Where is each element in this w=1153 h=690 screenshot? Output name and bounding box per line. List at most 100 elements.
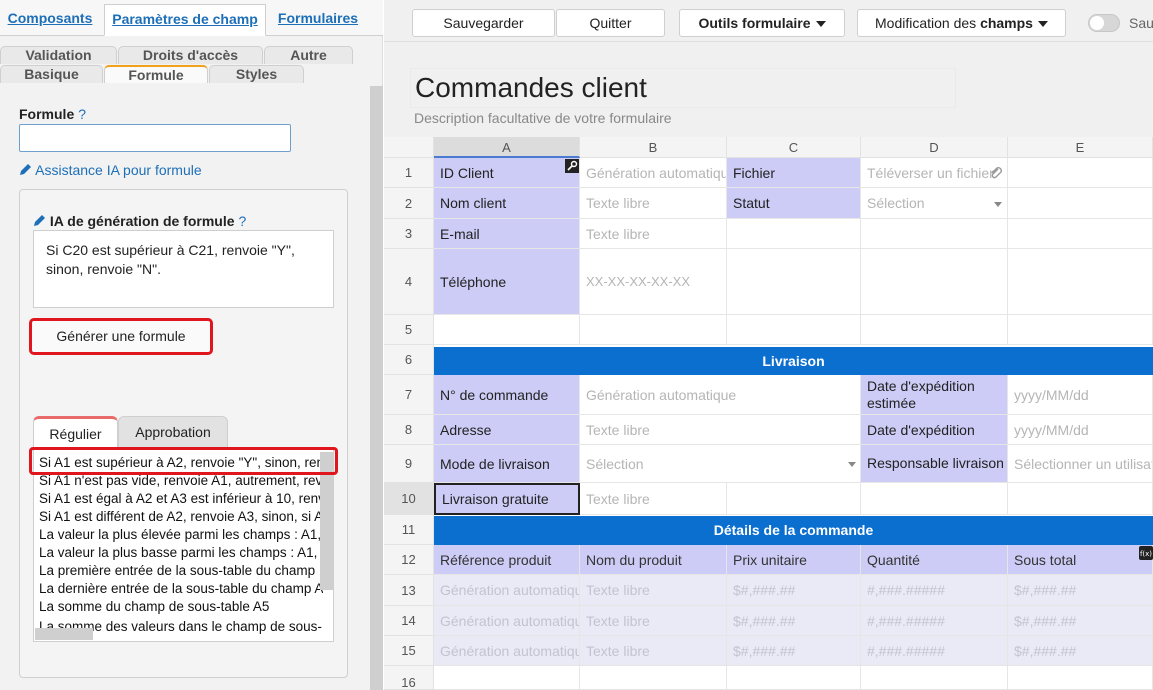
cell-numero-commande[interactable]: N° de commande — [434, 375, 580, 415]
cell-free-text[interactable]: Texte libre — [580, 219, 727, 249]
cell-empty[interactable] — [727, 483, 861, 515]
form-description[interactable]: Description facultative de votre formula… — [414, 110, 672, 126]
cell-date-expedition[interactable]: Date d'expédition — [861, 415, 1008, 445]
cell-empty[interactable] — [727, 249, 861, 315]
row-header[interactable]: 14 — [384, 606, 434, 636]
subtable-cell[interactable]: $#,###.## — [727, 575, 861, 606]
list-item[interactable]: La première entrée de la sous-table du c… — [39, 562, 323, 580]
subtable-cell[interactable]: #,###.##### — [861, 575, 1008, 606]
row-header[interactable]: 5 — [384, 315, 434, 345]
cell-mode-livraison[interactable]: Mode de livraison — [434, 445, 580, 483]
list-item[interactable]: La somme du champ de sous-table A5 — [39, 598, 323, 616]
tab-approbation[interactable]: Approbation — [118, 416, 228, 448]
cell-date-format[interactable]: yyyy/MM/dd — [1008, 415, 1153, 445]
list-item[interactable]: La dernière entrée de la sous-table du c… — [39, 580, 323, 598]
cell-empty[interactable] — [861, 666, 1008, 690]
cell-id-client[interactable]: ID Client — [434, 158, 580, 188]
ai-help-icon[interactable]: ? — [239, 213, 247, 229]
row-header[interactable]: 4 — [384, 249, 434, 315]
cell-statut[interactable]: Statut — [727, 188, 861, 219]
cell-phone-format[interactable]: XX-XX-XX-XX-XX — [580, 249, 727, 315]
cell-empty[interactable] — [1008, 483, 1153, 515]
list-item[interactable]: La valeur la plus basse parmi les champs… — [39, 544, 323, 562]
cell-responsable-livraison[interactable]: Responsable livraison — [861, 445, 1008, 483]
cell-empty[interactable] — [1008, 315, 1153, 345]
cell-telephone[interactable]: Téléphone — [434, 249, 580, 315]
cell-fichier[interactable]: Fichier — [727, 158, 861, 188]
cell-empty[interactable] — [861, 249, 1008, 315]
cell-empty[interactable] — [727, 666, 861, 690]
subtab-styles[interactable]: Styles — [209, 65, 304, 83]
subtable-cell[interactable]: Texte libre — [580, 606, 727, 636]
form-title[interactable]: Commandes client — [410, 68, 956, 108]
subtable-cell[interactable]: Texte libre — [580, 636, 727, 666]
list-item[interactable]: Si A1 est égal à A2 et A3 est inférieur … — [39, 490, 323, 508]
tab-parametres-de-champ[interactable]: Paramètres de champ — [104, 4, 266, 36]
section-details-commande[interactable]: Détails de la commande — [434, 516, 1153, 545]
list-item[interactable]: La valeur la plus élevée parmi les champ… — [39, 526, 323, 544]
cell-empty[interactable] — [580, 315, 727, 345]
list-item[interactable]: Si A1 est différent de A2, renvoie A3, s… — [39, 508, 323, 526]
subtab-droits-acces[interactable]: Droits d'accès — [118, 46, 263, 64]
form-tools-menu[interactable]: Outils formulaire — [679, 9, 845, 37]
generate-formula-button[interactable]: Générer une formule — [29, 318, 213, 355]
cell-empty[interactable] — [727, 219, 861, 249]
column-header-e[interactable]: E — [1008, 137, 1153, 158]
cell-livraison-gratuite[interactable]: Livraison gratuite — [434, 483, 580, 515]
cell-user-select[interactable]: Sélectionner un utilisateur — [1008, 445, 1153, 483]
save-button[interactable]: Sauvegarder — [412, 9, 555, 37]
cell-empty[interactable] — [727, 315, 861, 345]
cell-free-text[interactable]: Texte libre — [580, 188, 727, 219]
subtab-validation[interactable]: Validation — [0, 46, 117, 64]
row-header[interactable]: 15 — [384, 636, 434, 666]
cell-free-text[interactable]: Texte libre — [580, 415, 861, 445]
row-header[interactable]: 7 — [384, 375, 434, 415]
row-header[interactable]: 12 — [384, 545, 434, 575]
row-header[interactable]: 8 — [384, 415, 434, 445]
tab-composants[interactable]: Composants — [6, 4, 94, 36]
subtable-cell[interactable]: #,###.##### — [861, 636, 1008, 666]
list-scrollbar-horizontal[interactable] — [35, 628, 93, 640]
subtable-cell[interactable]: Texte libre — [580, 575, 727, 606]
cell-empty[interactable] — [1008, 249, 1153, 315]
subtable-cell[interactable]: $#,###.## — [1008, 636, 1153, 666]
subtable-cell[interactable]: $#,###.## — [727, 636, 861, 666]
subtable-header-quantite[interactable]: Quantité — [861, 545, 1008, 575]
row-header[interactable]: 1 — [384, 158, 434, 188]
subtable-header-reference[interactable]: Référence produit — [434, 545, 580, 575]
cell-date-format[interactable]: yyyy/MM/dd — [1008, 375, 1153, 415]
field-modification-menu[interactable]: Modification des champs — [857, 9, 1066, 37]
section-livraison[interactable]: Livraison — [434, 347, 1153, 375]
subtable-cell[interactable]: Génération automatique — [434, 606, 580, 636]
cell-nom-client[interactable]: Nom client — [434, 188, 580, 219]
formula-input[interactable] — [19, 124, 291, 152]
row-header[interactable]: 6 — [384, 345, 434, 375]
cell-empty[interactable] — [1008, 158, 1153, 188]
cell-free-text[interactable]: Texte libre — [580, 483, 727, 515]
cell-empty[interactable] — [1008, 188, 1153, 219]
row-header[interactable]: 3 — [384, 219, 434, 249]
subtab-autre[interactable]: Autre — [264, 46, 353, 64]
autosave-toggle[interactable] — [1088, 14, 1120, 32]
quit-button[interactable]: Quitter — [556, 9, 665, 37]
row-header[interactable]: 9 — [384, 445, 434, 483]
cell-email[interactable]: E-mail — [434, 219, 580, 249]
formula-help-icon[interactable]: ? — [78, 106, 86, 122]
cell-auto-generation[interactable]: Génération automatique — [580, 375, 861, 415]
subtab-basique[interactable]: Basique — [0, 65, 103, 83]
column-header-c[interactable]: C — [727, 137, 861, 158]
subtable-cell[interactable]: $#,###.## — [727, 606, 861, 636]
row-header[interactable]: 16 — [384, 666, 434, 690]
tab-regulier[interactable]: Régulier — [33, 416, 118, 448]
cell-empty[interactable] — [434, 315, 580, 345]
row-header[interactable]: 13 — [384, 575, 434, 606]
cell-empty[interactable] — [861, 483, 1008, 515]
cell-empty[interactable] — [861, 219, 1008, 249]
cell-selection[interactable]: Sélection — [580, 445, 861, 483]
cell-empty[interactable] — [1008, 219, 1153, 249]
column-header-a[interactable]: A — [434, 137, 580, 158]
cell-date-expedition-estimee[interactable]: Date d'expédition estimée — [861, 375, 1008, 415]
subtable-cell[interactable]: $#,###.## — [1008, 575, 1153, 606]
cell-file-upload[interactable]: Téléverser un fichier — [861, 158, 1008, 188]
cell-empty[interactable] — [861, 315, 1008, 345]
